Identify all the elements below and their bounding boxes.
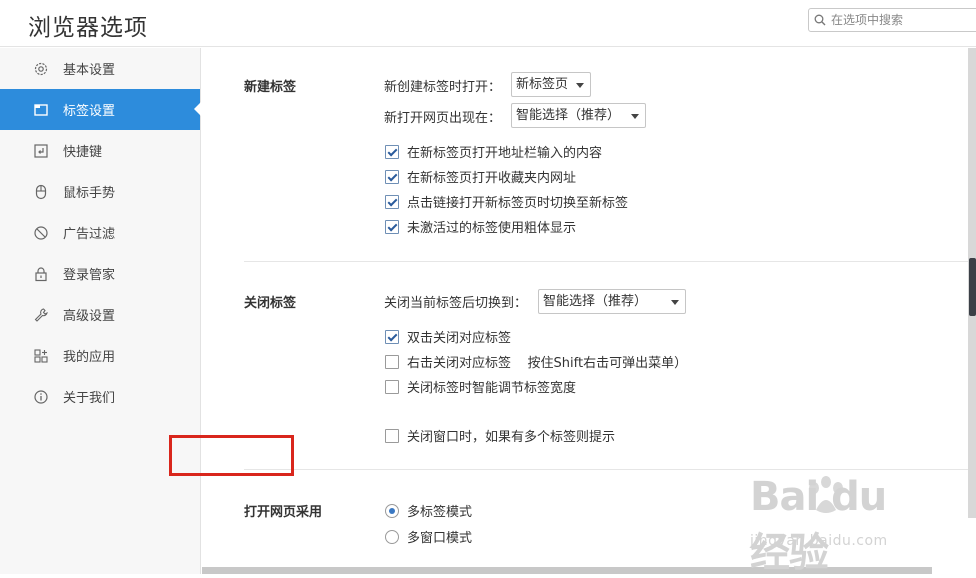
sidebar-item-label: 快捷键: [63, 145, 103, 160]
new-tab-position-select[interactable]: 智能选择（推荐）: [511, 103, 646, 128]
checkbox[interactable]: [385, 428, 399, 443]
checkbox-row[interactable]: 在新标签页打开地址栏输入的内容: [385, 142, 602, 161]
sidebar-item-label: 登录管家: [63, 268, 116, 283]
tab-icon: [33, 102, 49, 118]
checkbox[interactable]: [385, 379, 399, 394]
radio-label: 多窗口模式: [407, 531, 473, 546]
checkbox[interactable]: [385, 329, 399, 344]
checkbox-row[interactable]: 关闭标签时智能调节标签宽度: [385, 377, 576, 396]
section-title-close-tab: 关闭标签: [244, 296, 297, 311]
checkbox-label: 点击链接打开新标签页时切换至新标签: [407, 196, 629, 211]
sidebar-item-about-us[interactable]: 关于我们: [0, 376, 200, 417]
radio-row[interactable]: 多标签模式: [385, 501, 472, 520]
section-title-new-tab: 新建标签: [244, 80, 297, 95]
sidebar-item-label: 鼠标手势: [63, 186, 116, 201]
annotation-highlight-box: [169, 435, 294, 476]
checkbox-label: 双击关闭对应标签: [407, 331, 512, 346]
lock-icon: [33, 266, 49, 282]
block-icon: [33, 225, 49, 241]
search-box[interactable]: [808, 8, 976, 32]
checkbox[interactable]: [385, 144, 399, 159]
checkbox[interactable]: [385, 354, 399, 369]
checkbox[interactable]: [385, 169, 399, 184]
checkbox-row[interactable]: 点击链接打开新标签页时切换至新标签: [385, 192, 628, 211]
checkbox-label: 在新标签页打开收藏夹内网址: [407, 171, 577, 186]
search-icon: [814, 14, 826, 26]
checkbox-label: 关闭窗口时，如果有多个标签则提示: [407, 430, 616, 445]
sidebar-item-advanced-settings[interactable]: 高级设置: [0, 294, 200, 335]
sidebar-item-label: 关于我们: [63, 391, 116, 406]
watermark-url: jingyan.baidu.com: [750, 533, 888, 549]
chevron-down-icon: [576, 83, 584, 88]
info-icon: [33, 389, 49, 405]
apps-icon: [33, 348, 49, 364]
sidebar-item-tab-settings[interactable]: 标签设置: [0, 89, 201, 130]
radio-button[interactable]: [385, 529, 399, 544]
radio-label: 多标签模式: [407, 505, 473, 520]
sidebar-item-label: 我的应用: [63, 350, 116, 365]
checkbox-row[interactable]: 关闭窗口时，如果有多个标签则提示: [385, 426, 615, 445]
sidebar: 基本设置 标签设置 快捷键 鼠标手势 广告过滤 登录管家 高级设置 我的应用 关…: [0, 48, 201, 574]
sidebar-item-label: 广告过滤: [63, 227, 116, 242]
page-title: 浏览器选项: [28, 15, 148, 41]
checkbox-row[interactable]: 未激活过的标签使用粗体显示: [385, 217, 576, 236]
divider: [244, 469, 976, 470]
divider: [244, 261, 976, 262]
new-tab-position-label: 新打开网页出现在：: [384, 111, 502, 126]
close-tab-switch-label: 关闭当前标签后切换到：: [384, 296, 528, 311]
sidebar-item-label: 标签设置: [63, 104, 116, 119]
wrench-icon: [33, 307, 49, 323]
chevron-down-icon: [631, 114, 639, 119]
sidebar-item-login-manager[interactable]: 登录管家: [0, 253, 200, 294]
checkbox-label: 关闭标签时智能调节标签宽度: [407, 381, 577, 396]
section-title-open-mode: 打开网页采用: [244, 505, 323, 520]
checkbox-label: 右击关闭对应标签 按住Shift右击可弹出菜单）: [407, 356, 688, 371]
watermark-logo: Bai du 经验: [750, 474, 887, 576]
checkbox-row[interactable]: 双击关闭对应标签: [385, 327, 511, 346]
checkbox[interactable]: [385, 194, 399, 209]
scrollbar-thumb[interactable]: [969, 258, 976, 316]
chevron-down-icon: [671, 300, 679, 305]
new-tab-open-select[interactable]: 新标签页: [511, 72, 591, 97]
close-tab-switch-value: 智能选择（推荐）: [543, 294, 648, 309]
watermark: Bai du 经验 jingyan.baidu.com: [750, 474, 926, 576]
checkbox[interactable]: [385, 219, 399, 234]
new-tab-open-label: 新创建标签时打开：: [384, 80, 502, 95]
checkbox-label: 未激活过的标签使用粗体显示: [407, 221, 577, 236]
gear-icon: [33, 61, 49, 77]
radio-button[interactable]: [385, 503, 399, 518]
sidebar-item-label: 高级设置: [63, 309, 116, 324]
checkbox-label: 在新标签页打开地址栏输入的内容: [407, 146, 603, 161]
checkbox-row[interactable]: 在新标签页打开收藏夹内网址: [385, 167, 576, 186]
close-tab-switch-select[interactable]: 智能选择（推荐）: [538, 289, 686, 314]
checkbox-row[interactable]: 右击关闭对应标签 按住Shift右击可弹出菜单）: [385, 352, 687, 371]
sidebar-item-basic-settings[interactable]: 基本设置: [0, 48, 200, 89]
new-tab-open-value: 新标签页: [516, 77, 569, 92]
sidebar-item-label: 基本设置: [63, 63, 116, 78]
sidebar-item-shortcuts[interactable]: 快捷键: [0, 130, 200, 171]
shortcut-key-icon: [33, 143, 49, 159]
sidebar-item-mouse-gestures[interactable]: 鼠标手势: [0, 171, 200, 212]
radio-row[interactable]: 多窗口模式: [385, 527, 472, 546]
mouse-icon: [33, 184, 49, 200]
new-tab-position-value: 智能选择（推荐）: [516, 108, 621, 123]
header: 浏览器选项: [0, 0, 976, 47]
sidebar-item-my-apps[interactable]: 我的应用: [0, 335, 200, 376]
search-input[interactable]: [831, 11, 976, 29]
sidebar-item-ad-filter[interactable]: 广告过滤: [0, 212, 200, 253]
